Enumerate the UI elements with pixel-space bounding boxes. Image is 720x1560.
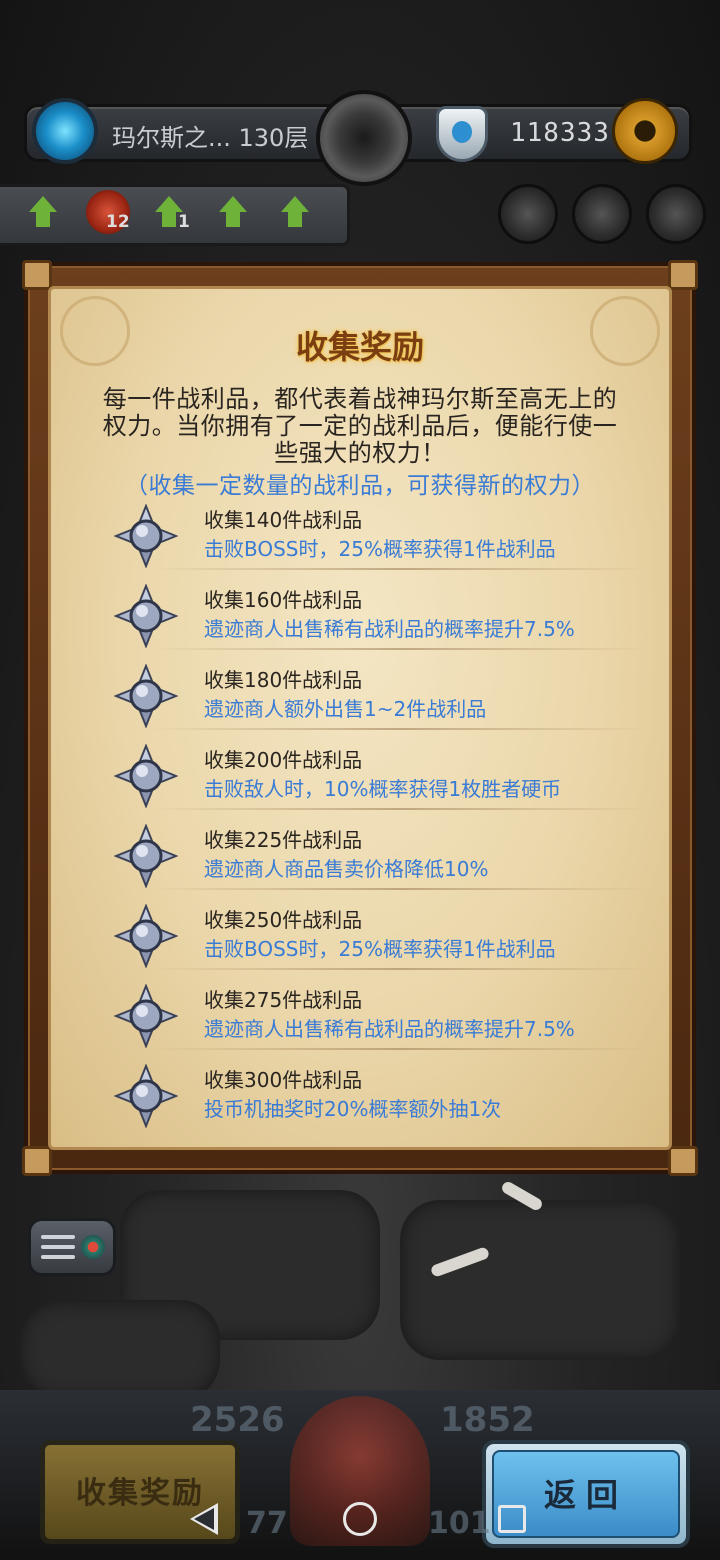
panel-hint: （收集一定数量的战利品，可获得新的权力） xyxy=(125,473,595,499)
medal-icon xyxy=(113,983,179,1049)
floor-label: 玛尔斯之... 130层 xyxy=(112,124,309,152)
menu-dot-icon xyxy=(81,1235,105,1259)
row-divider xyxy=(150,648,650,650)
nav-recent-icon[interactable] xyxy=(498,1505,526,1533)
skill-slot-icon[interactable] xyxy=(498,184,558,244)
row-divider xyxy=(150,1048,650,1050)
portal-icon[interactable] xyxy=(32,98,98,164)
reward-name: 收集225件战利品 xyxy=(204,828,363,852)
frame-corner xyxy=(22,260,52,290)
shield-icon xyxy=(436,106,488,162)
row-divider xyxy=(150,968,650,970)
medal-icon xyxy=(113,583,179,649)
reward-row: 收集300件战利品投币机抽奖时20%概率额外抽1次 xyxy=(110,1058,660,1134)
stat-left: 2526 xyxy=(190,1400,285,1440)
reward-name: 收集275件战利品 xyxy=(204,988,363,1012)
arrow-up-icon xyxy=(278,196,312,230)
reward-desc: 遗迹商人出售稀有战利品的概率提升7.5% xyxy=(204,1017,575,1041)
panel-title: 收集奖励 xyxy=(295,328,424,366)
frame-corner xyxy=(668,260,698,290)
menu-button[interactable] xyxy=(28,1218,116,1276)
nav-back-icon[interactable] xyxy=(190,1503,218,1535)
medal-icon xyxy=(113,663,179,729)
frame-corner xyxy=(22,1146,52,1176)
panel-intro: 每一件战利品，都代表着战神玛尔斯至高无上的权力。当你拥有了一定的战利品后，便能行… xyxy=(102,385,618,467)
settings-gear-icon[interactable] xyxy=(612,98,678,164)
stone-tile xyxy=(400,1200,680,1360)
menu-lines-icon xyxy=(41,1235,75,1265)
row-divider xyxy=(150,808,650,810)
reward-name: 收集140件战利品 xyxy=(204,508,363,532)
compass-icon xyxy=(316,90,412,186)
skill-slot-icon[interactable] xyxy=(572,184,632,244)
medal-icon xyxy=(113,743,179,809)
arrow-up-icon xyxy=(216,196,250,230)
reward-desc: 击败BOSS时，25%概率获得1件战利品 xyxy=(204,937,556,961)
reward-row: 收集250件战利品击败BOSS时，25%概率获得1件战利品 xyxy=(110,898,660,974)
frame-corner xyxy=(668,1146,698,1176)
reward-name: 收集300件战利品 xyxy=(204,1068,363,1092)
reward-desc: 击败BOSS时，25%概率获得1件战利品 xyxy=(204,537,556,561)
reward-desc: 投币机抽奖时20%概率额外抽1次 xyxy=(204,1097,502,1121)
reward-row: 收集160件战利品遗迹商人出售稀有战利品的概率提升7.5% xyxy=(110,578,660,654)
reward-name: 收集250件战利品 xyxy=(204,908,363,932)
row-divider xyxy=(150,568,650,570)
row-divider xyxy=(150,728,650,730)
reward-desc: 遗迹商人出售稀有战利品的概率提升7.5% xyxy=(204,617,575,641)
gold-counter: 118333 xyxy=(510,118,610,148)
reward-row: 收集200件战利品击败敌人时，10%概率获得1枚胜者硬币 xyxy=(110,738,660,814)
reward-desc: 击败敌人时，10%概率获得1枚胜者硬币 xyxy=(204,777,562,801)
stone-tile xyxy=(20,1300,220,1400)
reward-desc: 遗迹商人商品售卖价格降低10% xyxy=(204,857,489,881)
reward-row: 收集180件战利品遗迹商人额外出售1~2件战利品 xyxy=(110,658,660,734)
arrow-up-icon xyxy=(26,196,60,230)
skill-slot-icon[interactable] xyxy=(646,184,706,244)
buff-count: 12 xyxy=(106,212,130,232)
medal-icon xyxy=(113,503,179,569)
reward-name: 收集180件战利品 xyxy=(204,668,363,692)
reward-row: 收集225件战利品遗迹商人商品售卖价格降低10% xyxy=(110,818,660,894)
stat-right: 1852 xyxy=(440,1400,535,1440)
medal-icon xyxy=(113,903,179,969)
medal-icon xyxy=(113,1063,179,1129)
reward-name: 收集160件战利品 xyxy=(204,588,363,612)
buff-count: 1 xyxy=(178,212,190,232)
reward-row: 收集140件战利品击败BOSS时，25%概率获得1件战利品 xyxy=(110,498,660,574)
reward-name: 收集200件战利品 xyxy=(204,748,363,772)
medal-icon xyxy=(113,823,179,889)
row-divider xyxy=(150,888,650,890)
reward-desc: 遗迹商人额外出售1~2件战利品 xyxy=(204,697,487,721)
reward-row: 收集275件战利品遗迹商人出售稀有战利品的概率提升7.5% xyxy=(110,978,660,1054)
nav-home-icon[interactable] xyxy=(343,1502,377,1536)
